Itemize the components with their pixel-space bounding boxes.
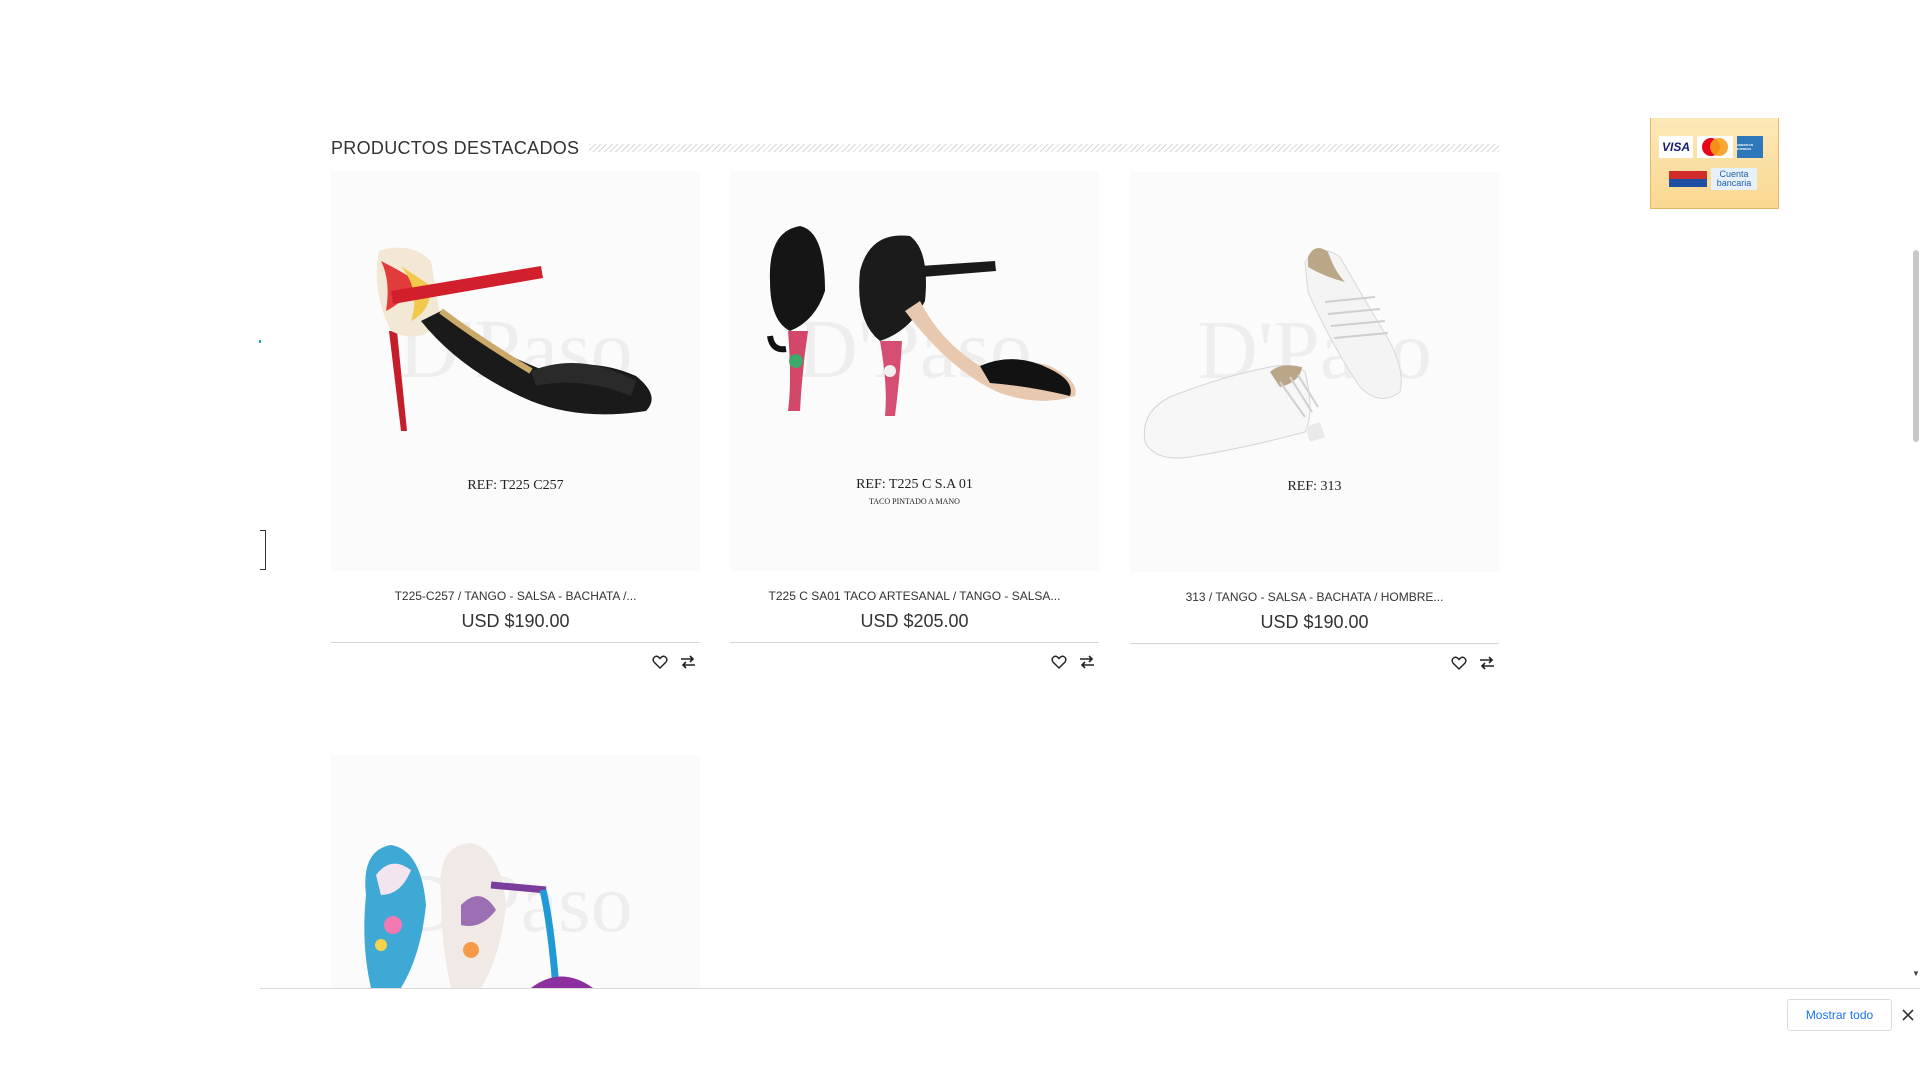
visa-logo: VISA <box>1659 136 1693 158</box>
product-ref-subtitle: TACO PINTADO A MANO <box>869 497 960 506</box>
slider-arrow-fragment[interactable] <box>260 530 266 570</box>
sandal-red-black-image <box>376 247 652 431</box>
product-image[interactable]: D'Paso REF: T225 C S.A 01 TACO PINTADO A… <box>730 171 1099 571</box>
bank-logo <box>1669 168 1707 190</box>
product-name[interactable]: 313 / TANGO - SALSA - BACHATA / HOMBRE..… <box>1130 590 1499 604</box>
white-mens-shoe-image <box>1143 248 1402 459</box>
product-image[interactable]: D'Paso <box>331 755 700 988</box>
decorative-dot <box>259 340 261 343</box>
compare-icon[interactable] <box>678 653 698 671</box>
product-image[interactable]: D'Paso REF: 313 <box>1130 172 1499 572</box>
show-all-button[interactable]: Mostrar todo <box>1787 999 1892 1031</box>
product-ref: REF: T225 C S.A 01 <box>856 477 973 492</box>
page: PRODUCTOS DESTACADOS D'Paso REF: T225 C2… <box>0 0 1920 1080</box>
product-ref: REF: T225 C257 <box>467 478 564 493</box>
product-card[interactable]: D'Paso <box>331 755 700 988</box>
product-card[interactable]: D'Paso REF: T225 C257 T225-C257 / TANGO … <box>331 171 700 671</box>
product-price: USD $190.00 <box>461 611 570 631</box>
scrollbar[interactable]: ▼ <box>1910 118 1920 978</box>
product-image[interactable]: D'Paso REF: T225 C257 <box>331 171 700 571</box>
product-name[interactable]: T225-C257 / TANGO - SALSA - BACHATA /... <box>331 589 700 603</box>
heart-icon[interactable] <box>1449 654 1469 672</box>
painted-tbar-sandal-image <box>364 843 593 988</box>
section-divider <box>589 144 1499 152</box>
card-actions <box>1130 644 1499 672</box>
scrollbar-thumb[interactable] <box>1913 250 1919 442</box>
sandal-black-painted-heel-image <box>767 226 1076 416</box>
payment-methods-badge: VISA AMERICAN EXPRESS Cuenta bancaria <box>1650 118 1779 209</box>
product-price: USD $190.00 <box>1260 612 1369 632</box>
product-card[interactable]: D'Paso REF: 313 313 / TANGO - SALSA - BA… <box>1130 172 1499 672</box>
card-actions <box>730 643 1099 671</box>
product-name[interactable]: T225 C SA01 TACO ARTESANAL / TANGO - SAL… <box>730 589 1099 603</box>
card-actions <box>331 643 700 671</box>
heart-icon[interactable] <box>650 653 670 671</box>
section-title: PRODUCTOS DESTACADOS <box>331 137 580 158</box>
product-price: USD $205.00 <box>860 611 969 631</box>
close-icon[interactable] <box>1898 1004 1918 1026</box>
heart-icon[interactable] <box>1049 653 1069 671</box>
product-ref: REF: 313 <box>1287 479 1342 494</box>
product-card[interactable]: D'Paso REF: T225 C S.A 01 TACO PINTADO A… <box>730 171 1099 671</box>
mastercard-logo <box>1697 136 1733 158</box>
amex-logo: AMERICAN EXPRESS <box>1737 136 1763 158</box>
compare-icon[interactable] <box>1477 654 1497 672</box>
bank-account-label: Cuenta bancaria <box>1711 168 1757 190</box>
scroll-down-arrow-icon[interactable]: ▼ <box>1912 969 1920 978</box>
amex-text: AMERICAN EXPRESS <box>1737 143 1754 151</box>
section-header: PRODUCTOS DESTACADOS <box>331 136 1499 160</box>
download-bar <box>260 988 1920 1080</box>
compare-icon[interactable] <box>1077 653 1097 671</box>
